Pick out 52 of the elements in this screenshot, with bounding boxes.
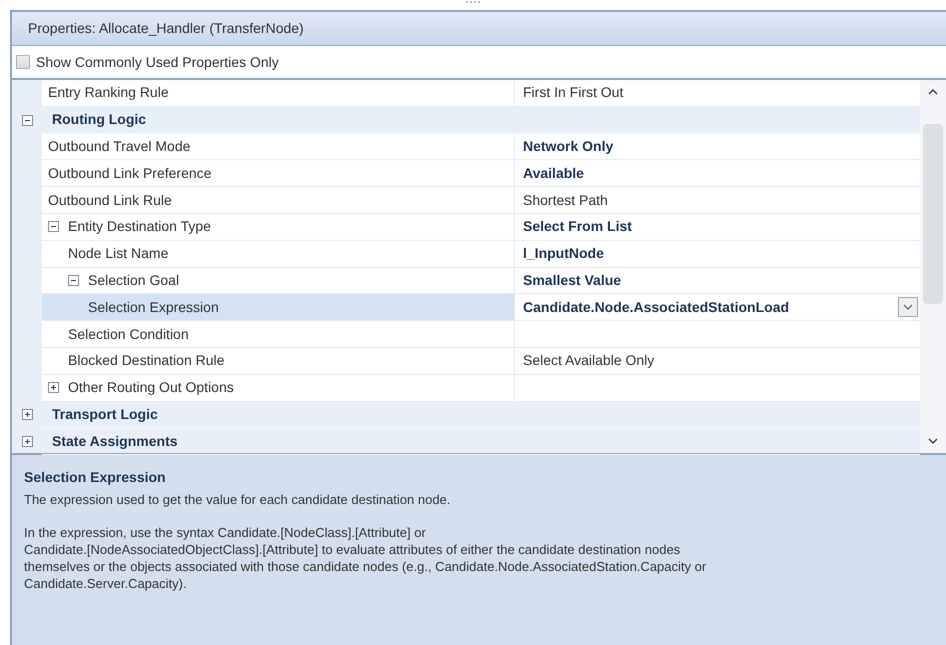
- property-name[interactable]: Selection Expression: [42, 294, 514, 322]
- property-value: Smallest Value: [523, 270, 622, 290]
- property-value: First In First Out: [523, 83, 624, 102]
- property-value[interactable]: Candidate.Node.AssociatedStationLoad: [523, 296, 898, 318]
- value-cell[interactable]: Shortest Path: [514, 187, 920, 214]
- expand-icon[interactable]: [22, 409, 32, 420]
- checkbox-label[interactable]: Show Commonly Used Properties Only: [36, 52, 279, 72]
- help-title: Selection Expression: [24, 468, 166, 487]
- expand-icon[interactable]: [48, 382, 59, 394]
- property-name[interactable]: Entry Ranking Rule: [42, 80, 514, 107]
- value-cell[interactable]: First In First Out: [514, 80, 920, 107]
- value-cell[interactable]: Candidate.Node.AssociatedStationLoad: [514, 294, 920, 322]
- property-name[interactable]: Other Routing Out Options: [42, 374, 514, 402]
- collapse-icon[interactable]: [68, 274, 79, 286]
- value-cell[interactable]: Select Available Only: [514, 348, 920, 375]
- property-value: Shortest Path: [523, 190, 609, 210]
- property-name[interactable]: Outbound Link Preference: [42, 160, 514, 188]
- property-name[interactable]: Selection Goal: [42, 268, 514, 294]
- scroll-down-icon[interactable]: [928, 437, 938, 445]
- checkbox[interactable]: [16, 55, 30, 69]
- expand-icon[interactable]: [22, 436, 32, 448]
- value-cell[interactable]: Available: [514, 160, 920, 188]
- collapse-icon[interactable]: [22, 114, 32, 126]
- category-label[interactable]: Routing Logic: [52, 109, 146, 130]
- caret-icon: [903, 304, 913, 310]
- property-name[interactable]: Node List Name: [42, 240, 514, 268]
- property-name[interactable]: Selection Condition: [42, 321, 514, 348]
- help-summary: The expression used to get the value for each candidate destination node.: [24, 491, 450, 509]
- property-value: Available: [523, 164, 585, 183]
- value-cell[interactable]: Smallest Value: [514, 268, 920, 294]
- value-cell[interactable]: Network Only: [514, 134, 920, 160]
- category-label[interactable]: Transport Logic: [52, 404, 158, 425]
- property-value: Network Only: [523, 136, 614, 156]
- grip-icon[interactable]: [465, 0, 481, 4]
- value-cell[interactable]: [514, 321, 920, 348]
- property-value: l_InputNode: [523, 244, 605, 264]
- property-name[interactable]: Blocked Destination Rule: [42, 348, 514, 375]
- dropdown-button[interactable]: [898, 297, 918, 318]
- scroll-up-icon[interactable]: [928, 88, 938, 96]
- property-value: Select Available Only: [523, 351, 656, 370]
- property-value: Select From List: [523, 217, 633, 236]
- category-label[interactable]: State Assignments: [52, 430, 178, 452]
- value-cell[interactable]: [514, 374, 920, 402]
- value-cell[interactable]: l_InputNode: [514, 240, 920, 268]
- property-name[interactable]: Outbound Link Rule: [42, 187, 514, 214]
- help-details: In the expression, use the syntax Candidate.[NodeClass].[Attribute] or Candidate.[NodeAssociatedObjectClass].[Attribute] to evaluate attributes of either the candidate destination nodes themselves or the objects associated with those candidate nodes (e.g., Candidate.Node.AssociatedStation.Capacity or Candidate.Server.Capacity).: [24, 524, 706, 592]
- property-name[interactable]: Outbound Travel Mode: [42, 134, 514, 160]
- panel-title: Properties: Allocate_Handler (TransferNode): [28, 19, 304, 38]
- scrollbar[interactable]: [920, 80, 946, 453]
- value-cell[interactable]: Select From List: [514, 214, 920, 241]
- collapse-icon[interactable]: [48, 221, 59, 232]
- property-name[interactable]: Entity Destination Type: [42, 214, 514, 241]
